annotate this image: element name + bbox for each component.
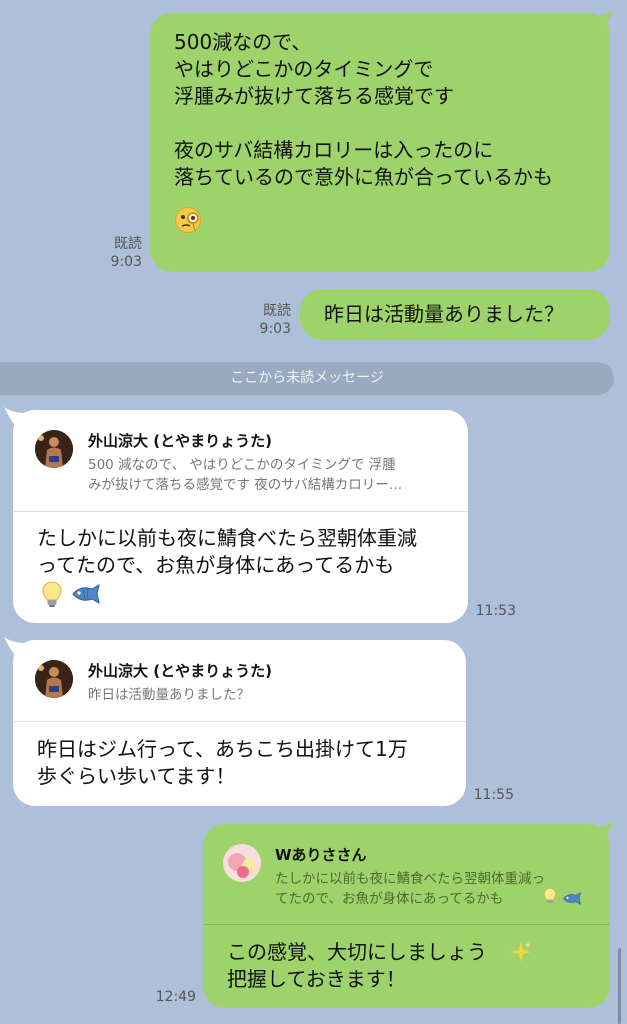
fish-icon [562,890,582,909]
quoted-message-text: 昨日は活動量ありました？ [88,687,250,703]
sent-message-bubble[interactable]: Wありささん たしかに以前も夜に鯖食べたら翌朝体重減っ てたので、お魚が身体にあ… [203,824,610,1008]
quote-separator [13,511,468,512]
message-text: この感覚、大切にしましょう 把握しておきます！ [227,940,487,991]
quote-separator [13,721,466,722]
light-bulb-icon [543,887,557,909]
timestamp: 9:03 [110,254,142,270]
sparkles-icon [509,940,533,968]
quote-sender-name: Wありささん [275,846,367,864]
message-meta: 既読 9:03 [245,302,291,338]
message-text: たしかに以前も夜に鯖食べたら翌朝体重減 ってたので、お魚が身体にあってるかも [37,526,417,577]
read-receipt: 既読 [114,236,142,252]
read-receipt: 既読 [263,303,291,319]
bubble-tail [592,10,614,30]
timestamp: 11:55 [473,787,514,803]
timestamp: 9:03 [259,321,291,337]
monocle-face-emoji [174,206,202,238]
light-bulb-icon [41,580,63,612]
quote-sender-name: 外山涼大 (とやまりょうた) [88,432,272,450]
timestamp: 11:53 [475,603,516,619]
quoted-message-text: 500 減なので、 やはりどこかのタイミングで 浮腫 みが抜けて落ちる感覚です … [88,457,403,493]
message-text: 昨日はジム行って、あちこち出掛けて1万 歩ぐらい歩いてます！ [37,737,408,788]
sent-message-bubble[interactable]: 昨日は活動量ありました？ [300,289,610,340]
fish-icon [71,584,101,608]
message-meta: 既読 9:03 [96,235,142,271]
timestamp: 12:49 [155,989,196,1005]
avatar[interactable] [35,430,73,468]
chat-screen: { "colors": {"background": "#aec0d9", "s… [0,0,627,1024]
quote-sender-name: 外山涼大 (とやまりょうた) [88,662,272,680]
sent-message-bubble[interactable]: 500減なので、 やはりどこかのタイミングで 浮腫みが抜けて落ちる感覚です 夜の… [150,13,610,272]
bubble-tail [592,821,614,841]
received-message-bubble[interactable]: 外山涼大 (とやまりょうた) 500 減なので、 やはりどこかのタイミングで 浮… [13,410,468,623]
unread-divider: ここから未読メッセージ [0,362,614,395]
quote-separator [203,924,610,925]
avatar[interactable] [35,660,73,698]
scrollbar[interactable] [618,948,621,1024]
avatar[interactable] [223,844,261,882]
message-text: 500減なので、 やはりどこかのタイミングで 浮腫みが抜けて落ちる感覚です 夜の… [174,30,553,189]
message-text: 昨日は活動量ありました？ [324,302,564,326]
received-message-bubble[interactable]: 外山涼大 (とやまりょうた) 昨日は活動量ありました？ 昨日はジム行って、あちこ… [13,640,466,806]
